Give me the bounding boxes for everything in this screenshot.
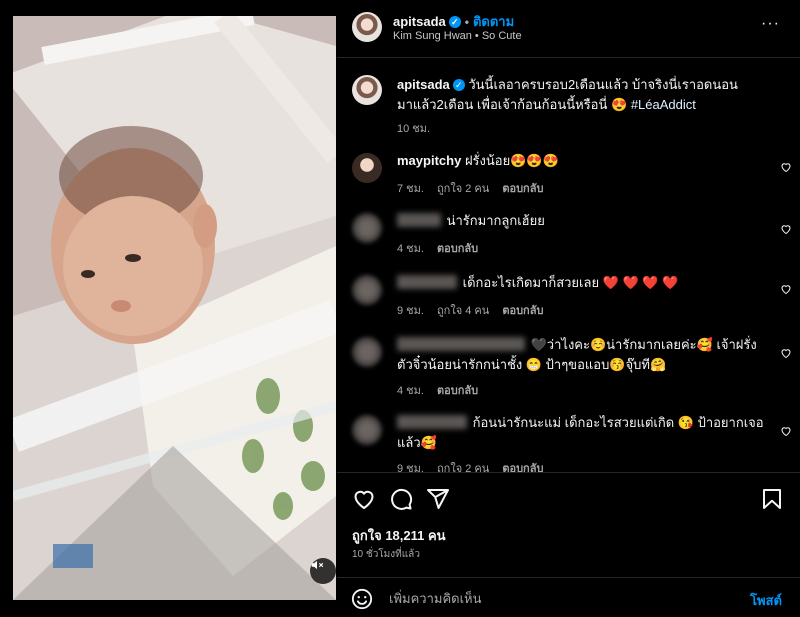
comment-username[interactable]: maypitchy xyxy=(397,153,461,168)
share-icon[interactable] xyxy=(426,487,450,511)
comment-body: น่ารักมากลูกเฮ้ยย xyxy=(446,213,545,228)
separator-dot: • xyxy=(464,15,469,29)
post-time: 10 ชั่วโมงที่แล้ว xyxy=(352,549,420,560)
hashtag-link[interactable]: #LéaAddict xyxy=(631,97,696,112)
bookmark-icon[interactable] xyxy=(761,487,783,511)
post-header: apitsada ✓ • ติดตาม Kim Sung Hwan • So Cute… xyxy=(337,0,800,58)
reply-button[interactable]: ตอบกลับ xyxy=(502,463,543,472)
blurred-username[interactable] xyxy=(397,213,441,227)
likes-count[interactable]: ถูกใจ 18,211 คน xyxy=(352,525,446,546)
speaker-muted-icon xyxy=(311,560,324,570)
follow-button[interactable]: ติดตาม xyxy=(473,14,514,29)
reply-button[interactable]: ตอบกลับ xyxy=(437,243,478,255)
heart-icon[interactable] xyxy=(780,161,792,173)
comment-time: 9 ชม. xyxy=(397,463,424,472)
emoji-icon[interactable] xyxy=(351,588,373,610)
comment-input[interactable] xyxy=(389,588,719,608)
comment-meta: 9 ชม. ถูกใจ 4 คน ตอบกลับ xyxy=(397,301,553,319)
reply-button[interactable]: ตอบกลับ xyxy=(502,183,543,195)
reply-button[interactable]: ตอบกลับ xyxy=(502,305,543,317)
comment-meta: 4 ชม. ตอบกลับ xyxy=(397,239,488,257)
comment-body: เด็กอะไรเกิดมาก็สวยเลย ❤️ ❤️ ❤️ ❤️ xyxy=(462,275,679,290)
comment-composer: โพสต์ xyxy=(337,577,800,617)
comments-list[interactable]: apitsada ✓ วันนี้เลอาครบรอบ2เดือนแล้ว บ้า… xyxy=(337,59,800,472)
baby-photo xyxy=(13,16,336,600)
post-button[interactable]: โพสต์ xyxy=(750,590,782,611)
comment-meta: 4 ชม. ตอบกลับ xyxy=(397,381,488,399)
heart-icon[interactable] xyxy=(780,425,792,437)
comment-text: น่ารักมากลูกเฮ้ยย xyxy=(397,211,757,231)
post-media[interactable] xyxy=(13,16,336,600)
reply-button[interactable]: ตอบกลับ xyxy=(437,385,478,397)
comment-likes[interactable]: ถูกใจ 4 คน xyxy=(437,305,489,317)
avatar[interactable] xyxy=(352,275,382,305)
blurred-username[interactable] xyxy=(397,275,457,289)
avatar[interactable] xyxy=(352,337,382,367)
avatar[interactable] xyxy=(352,75,382,105)
heart-icon[interactable] xyxy=(780,223,792,235)
comment-time: 7 ชม. xyxy=(397,183,424,195)
comment-time: 9 ชม. xyxy=(397,305,424,317)
post-panel: apitsada ✓ • ติดตาม Kim Sung Hwan • So Cute… xyxy=(337,0,800,617)
comment-text: ก้อนน่ารักนะแม่ เด็กอะไรสวยแต่เกิด 😘 ป้า… xyxy=(397,413,767,453)
heart-icon[interactable] xyxy=(780,283,792,295)
audio-subtitle[interactable]: Kim Sung Hwan • So Cute xyxy=(393,30,522,42)
author-line: apitsada ✓ • ติดตาม xyxy=(393,11,514,32)
action-bar: ถูกใจ 18,211 คน 10 ชั่วโมงที่แล้ว xyxy=(337,472,800,572)
avatar[interactable] xyxy=(352,153,382,183)
blurred-username[interactable] xyxy=(397,415,467,429)
comment-likes[interactable]: ถูกใจ 2 คน xyxy=(437,183,489,195)
comment-time: 4 ชม. xyxy=(397,243,424,255)
caption-username[interactable]: apitsada xyxy=(397,77,450,92)
heart-icon[interactable] xyxy=(352,487,376,511)
heart-icon[interactable] xyxy=(780,347,792,359)
avatar[interactable] xyxy=(352,415,382,445)
avatar[interactable] xyxy=(352,12,382,42)
comment-likes[interactable]: ถูกใจ 2 คน xyxy=(437,463,489,472)
mute-button[interactable] xyxy=(310,558,336,584)
blurred-username[interactable] xyxy=(397,337,525,351)
caption-meta: 10 ชม. xyxy=(397,119,440,137)
comment-text: 🖤ว่าไงคะ☺️น่ารักมากเลยค่ะ🥰 เจ้าฝรั่งตัวจ… xyxy=(397,335,767,375)
avatar[interactable] xyxy=(352,213,382,243)
comment-text: เด็กอะไรเกิดมาก็สวยเลย ❤️ ❤️ ❤️ ❤️ xyxy=(397,273,757,293)
caption-text: apitsada ✓ วันนี้เลอาครบรอบ2เดือนแล้ว บ้า… xyxy=(397,75,747,115)
comment-text: maypitchy ฝรั่งน้อย😍😍😍 xyxy=(397,151,757,171)
more-options-icon[interactable]: ··· xyxy=(761,15,780,33)
verified-badge-icon: ✓ xyxy=(448,16,461,28)
comment-body: ฝรั่งน้อย😍😍😍 xyxy=(464,153,559,168)
author-username[interactable]: apitsada xyxy=(393,14,446,29)
comment-meta: 9 ชม. ถูกใจ 2 คน ตอบกลับ xyxy=(397,459,553,472)
comment-time: 4 ชม. xyxy=(397,385,424,397)
verified-badge-icon: ✓ xyxy=(452,79,465,91)
caption-time: 10 ชม. xyxy=(397,123,431,135)
comment-meta: 7 ชม. ถูกใจ 2 คน ตอบกลับ xyxy=(397,179,553,197)
comment-icon[interactable] xyxy=(389,487,413,511)
